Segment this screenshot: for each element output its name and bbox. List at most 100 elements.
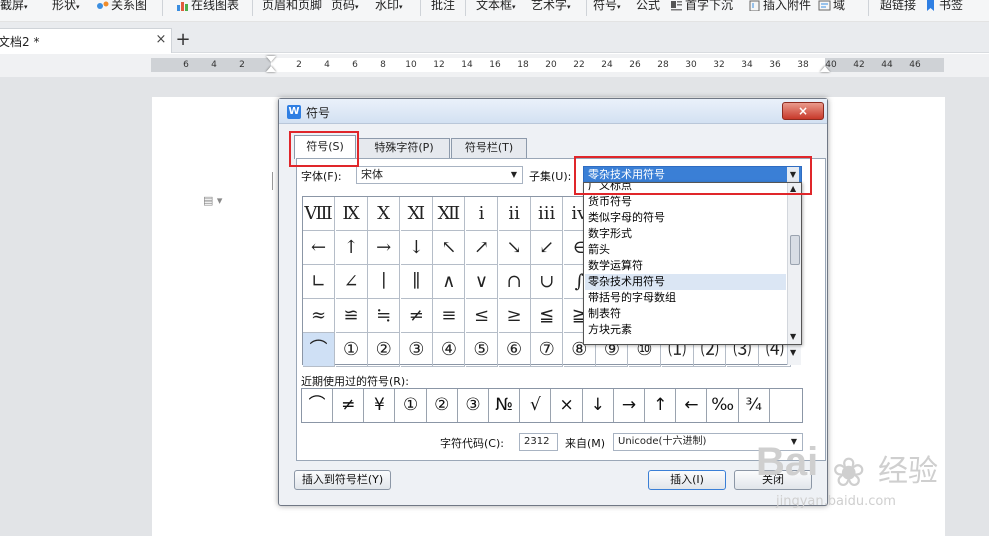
symbol-cell[interactable]: ∥	[400, 265, 433, 299]
subset-option[interactable]: 类似字母的符号	[588, 210, 786, 226]
symbol-button[interactable]: 符号▾	[593, 0, 621, 14]
subset-option[interactable]: 数字形式	[588, 226, 786, 242]
recent-symbol-cell[interactable]: ¾	[739, 389, 770, 422]
symbol-cell[interactable]: ↑	[335, 231, 368, 265]
symbol-cell[interactable]: Ⅹ	[368, 197, 401, 231]
symbol-cell[interactable]: ∟	[303, 265, 335, 299]
dialog-close-button[interactable]: ×	[782, 102, 824, 120]
symbol-cell[interactable]: ⑦	[531, 333, 564, 367]
subset-option[interactable]: 方块元素	[588, 322, 786, 338]
bookmark-button[interactable]: 书签	[924, 0, 963, 14]
symbol-cell[interactable]: ①	[335, 333, 368, 367]
insert-button[interactable]: 插入(I)	[648, 470, 726, 490]
font-combo[interactable]: 宋体 ▼	[356, 166, 523, 184]
symbol-cell[interactable]: ←	[303, 231, 335, 265]
symbol-cell[interactable]: ≠	[400, 299, 433, 333]
right-indent-handle[interactable]	[820, 66, 830, 72]
recent-symbol-cell[interactable]: ‰	[708, 389, 739, 422]
first-line-indent-handle[interactable]	[266, 56, 276, 62]
recent-symbol-cell[interactable]: ¥	[364, 389, 396, 422]
symbol-cell[interactable]: Ⅺ	[400, 197, 433, 231]
symbol-cell[interactable]: ⑥	[498, 333, 531, 367]
insert-to-symbol-bar-button[interactable]: 插入到符号栏(Y)	[294, 470, 391, 490]
textbox-button[interactable]: 文本框▾	[476, 0, 516, 14]
field-button[interactable]: 域	[818, 0, 845, 14]
symbol-cell[interactable]: ⅱ	[498, 197, 531, 231]
symbol-cell[interactable]: ≈	[303, 299, 335, 333]
symbol-cell[interactable]: ∠	[335, 265, 368, 299]
dropcap-button[interactable]: 首字下沉	[670, 0, 733, 14]
formula-button[interactable]: 公式	[636, 0, 660, 14]
comment-button[interactable]: 批注	[431, 0, 455, 14]
symbol-cell[interactable]: Ⅷ	[303, 197, 335, 231]
symbol-cell[interactable]: ④	[433, 333, 466, 367]
symbol-cell[interactable]: Ⅻ	[433, 197, 466, 231]
watermark-button[interactable]: 水印▾	[375, 0, 403, 14]
subset-option[interactable]: 带括号的字母数组	[588, 290, 786, 306]
recent-symbol-cell[interactable]: ×	[552, 389, 583, 422]
close-icon[interactable]: ×	[154, 33, 168, 47]
symbol-cell[interactable]: ↓	[400, 231, 433, 265]
symbol-cell[interactable]: ↖	[433, 231, 466, 265]
symbol-cell[interactable]: Ⅸ	[335, 197, 368, 231]
symbol-cell[interactable]: ∨	[466, 265, 498, 299]
recent-symbol-cell[interactable]: ②	[427, 389, 458, 422]
recent-symbol-cell[interactable]: ↑	[645, 389, 677, 422]
recent-symbol-cell[interactable]: ↓	[583, 389, 614, 422]
symbol-cell[interactable]: ≦	[531, 299, 564, 333]
paragraph-icon[interactable]: ▤ ▾	[203, 194, 222, 207]
recent-symbol-cell[interactable]: ③	[458, 389, 489, 422]
recent-symbol-cell[interactable]: ≠	[333, 389, 365, 422]
recent-symbol-cell[interactable]: √	[520, 389, 552, 422]
symbol-cell[interactable]: ⑤	[466, 333, 498, 367]
symbol-cell[interactable]: ↙	[531, 231, 564, 265]
symbol-cell[interactable]: →	[368, 231, 401, 265]
symbol-cell[interactable]: ≥	[498, 299, 531, 333]
tab-symbol-bar[interactable]: 符号栏(T)	[451, 138, 527, 158]
scroll-down-icon[interactable]: ▼	[790, 332, 796, 341]
recent-symbol-cell[interactable]: ←	[676, 389, 708, 422]
tab-special-characters[interactable]: 特殊字符(P)	[358, 138, 450, 158]
online-chart-button[interactable]: 在线图表	[176, 0, 239, 14]
symbol-cell[interactable]: ②	[368, 333, 401, 367]
subset-option[interactable]: 制表符	[588, 306, 786, 322]
symbol-cell[interactable]: ≤	[466, 299, 498, 333]
left-indent-handle[interactable]	[266, 66, 276, 72]
hyperlink-button[interactable]: 超链接	[880, 0, 916, 14]
header-footer-button[interactable]: 页眉和页脚	[262, 0, 322, 14]
relation-chart-button[interactable]: 关系图	[96, 0, 147, 14]
symbol-cell[interactable]: ↗	[466, 231, 498, 265]
symbol-cell[interactable]: ⌒	[303, 333, 335, 367]
new-tab-button[interactable]: +	[175, 29, 191, 50]
attachment-button[interactable]: 插入附件	[748, 0, 811, 14]
scroll-down-icon[interactable]: ▼	[790, 348, 796, 357]
symbol-cell[interactable]: ≌	[335, 299, 368, 333]
shapes-button[interactable]: 形状▾	[52, 0, 80, 14]
symbol-cell[interactable]: ∧	[433, 265, 466, 299]
char-code-input[interactable]: 2312	[519, 433, 558, 451]
symbol-cell[interactable]: ∩	[498, 265, 531, 299]
dialog-titlebar[interactable]: W 符号 ×	[279, 99, 827, 124]
symbol-cell[interactable]: ∪	[531, 265, 564, 299]
recent-symbol-cell[interactable]: №	[489, 389, 521, 422]
dropdown-scroll-thumb[interactable]	[790, 235, 800, 265]
document-tab[interactable]: 文档2 * ×	[0, 28, 172, 53]
screenshot-button[interactable]: 截屏▾	[0, 0, 28, 14]
symbol-cell[interactable]: ∣	[368, 265, 401, 299]
symbol-cell[interactable]: ≡	[433, 299, 466, 333]
page-number-button[interactable]: 页码▾	[331, 0, 359, 14]
subset-option[interactable]: 箭头	[588, 242, 786, 258]
symbol-cell[interactable]: ⅰ	[466, 197, 498, 231]
symbol-cell[interactable]: ③	[400, 333, 433, 367]
subset-option[interactable]: 数学运算符	[588, 258, 786, 274]
recent-symbol-cell[interactable]: →	[614, 389, 645, 422]
subset-option[interactable]: 零杂技术用符号	[585, 274, 786, 290]
dropdown-scrollbar[interactable]: ▲ ▼	[787, 183, 801, 344]
subset-option[interactable]: 货币符号	[588, 194, 786, 210]
recent-symbol-cell[interactable]: ①	[396, 389, 427, 422]
recent-symbol-cell[interactable]: ⌒	[302, 389, 333, 422]
wordart-button[interactable]: 艺术字▾	[531, 0, 571, 14]
symbol-cell[interactable]: ⅲ	[531, 197, 564, 231]
symbol-cell[interactable]: ≒	[368, 299, 401, 333]
symbol-cell[interactable]: ↘	[498, 231, 531, 265]
